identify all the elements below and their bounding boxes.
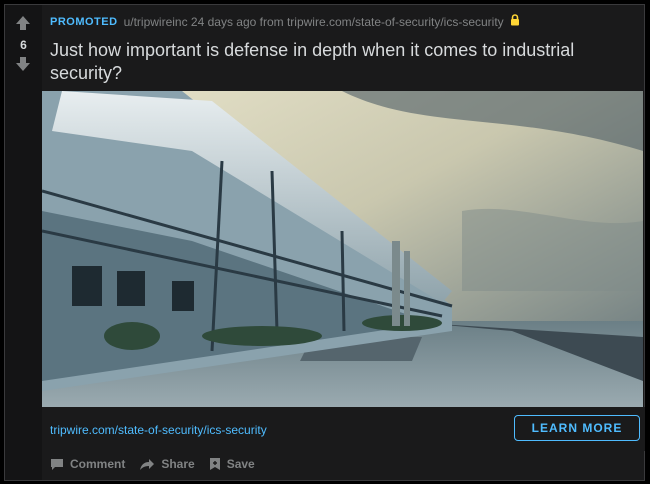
vote-column: 6: [5, 5, 42, 480]
upvote-icon[interactable]: [14, 15, 32, 31]
link-bar: tripwire.com/state-of-security/ics-secur…: [42, 407, 645, 451]
downvote-icon[interactable]: [14, 56, 32, 72]
post-image[interactable]: [42, 91, 643, 407]
share-label: Share: [161, 457, 195, 471]
lock-icon: [510, 14, 520, 29]
post-link[interactable]: tripwire.com/state-of-security/ics-secur…: [50, 423, 267, 437]
comment-label: Comment: [70, 457, 126, 471]
learn-more-button[interactable]: LEARN MORE: [514, 415, 640, 441]
promoted-post-card: 6 PROMOTED u/tripwireinc 24 days ago fro…: [4, 4, 645, 481]
post-title[interactable]: Just how important is defense in depth w…: [50, 39, 610, 85]
promoted-badge: PROMOTED: [50, 15, 118, 28]
share-button[interactable]: Share: [139, 457, 195, 471]
save-label: Save: [226, 457, 255, 471]
save-button[interactable]: Save: [209, 457, 255, 471]
save-icon: [209, 458, 220, 470]
comment-button[interactable]: Comment: [50, 457, 125, 471]
comment-icon: [51, 458, 63, 470]
post-meta-text[interactable]: u/tripwireinc 24 days ago from tripwire.…: [124, 15, 504, 29]
vote-count: 6: [20, 38, 27, 52]
share-icon: [140, 458, 155, 470]
post-actions: Comment Share Save: [50, 457, 255, 471]
post-meta: PROMOTED u/tripwireinc 24 days ago from …: [50, 14, 520, 29]
